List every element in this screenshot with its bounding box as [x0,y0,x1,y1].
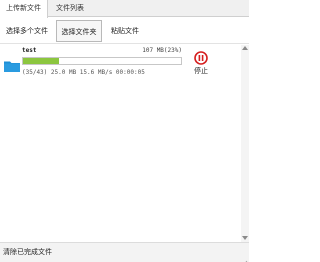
footer: 清除已完成文件 [0,242,249,262]
upload-item: test 107 MB(23%) (35/43) 25.0 MB 15.6 MB… [0,45,241,81]
paste-file-button[interactable]: 粘贴文件 [108,20,142,42]
progress-bar [22,57,182,65]
upload-list[interactable]: test 107 MB(23%) (35/43) 25.0 MB 15.6 MB… [0,45,249,242]
folder-icon [4,57,20,72]
select-folder-button[interactable]: 选择文件夹 [56,20,102,42]
tab-upload-new-file[interactable]: 上传新文件 [0,0,48,18]
file-name: test [22,47,37,54]
toolbar: 选择多个文件 选择文件夹 粘贴文件 [0,18,249,44]
stop-button[interactable]: 停止 [190,49,214,77]
resize-grip-icon[interactable] [240,253,248,262]
tab-file-list[interactable]: 文件列表 [48,0,92,17]
upload-stats: (35/43) 25.0 MB 15.6 MB/s 00:00:05 [22,69,145,76]
select-multiple-files-button[interactable]: 选择多个文件 [2,20,52,42]
progress-fill [23,58,60,64]
stop-label: 停止 [194,67,208,75]
upload-window: 上传新文件 文件列表 选择多个文件 选择文件夹 粘贴文件 test 107 MB… [0,0,249,262]
vertical-scrollbar[interactable] [241,45,249,242]
clear-completed-button[interactable]: 清除已完成文件 [3,247,52,257]
file-size-progress: 107 MB(23%) [142,47,182,54]
pause-icon [194,50,208,65]
tab-bar: 上传新文件 文件列表 [0,0,249,18]
scroll-down-arrow-icon[interactable] [242,236,248,240]
scroll-up-arrow-icon[interactable] [242,46,248,50]
